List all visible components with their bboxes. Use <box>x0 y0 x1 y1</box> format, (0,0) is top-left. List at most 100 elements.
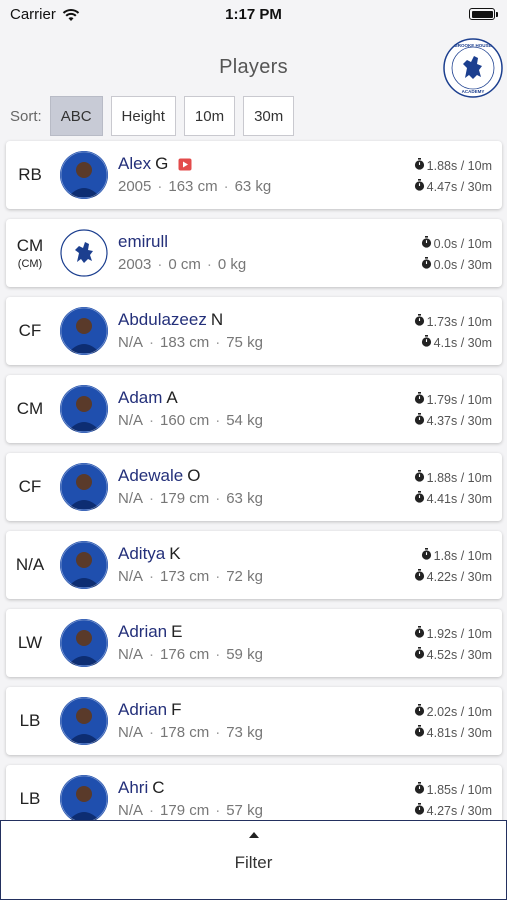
filter-button[interactable]: Filter <box>0 820 507 900</box>
stopwatch-icon <box>414 803 427 818</box>
stopwatch-icon <box>414 179 427 194</box>
stopwatch-icon <box>414 470 427 485</box>
sprint-times: 1.92s / 10m 4.52s / 30m <box>414 623 492 665</box>
time-30m: 4.52s / 30m <box>426 647 492 662</box>
player-last-name: K <box>169 544 181 563</box>
player-card[interactable]: CM (CM) emirull 2003 · 0 cm · 0 kg 0.0s / 10m 0.0… <box>6 219 502 287</box>
time-10m: 1.88s / 10m <box>426 470 492 485</box>
player-avatar <box>60 307 108 355</box>
player-first-name: Ahri <box>118 778 149 797</box>
player-first-name: Adrian <box>118 622 168 641</box>
player-avatar <box>60 151 108 199</box>
player-card[interactable]: CF Adewale O N/A · 179 cm · 63 kg 1.88s / 10m 4.4… <box>6 453 502 521</box>
stopwatch-icon <box>421 548 434 563</box>
player-name: emirull <box>118 232 172 252</box>
position-label: CF <box>18 321 42 340</box>
player-position: LW <box>6 609 54 677</box>
sprint-times: 1.8s / 10m 4.22s / 30m <box>414 545 492 587</box>
time-30m-row: 4.27s / 30m <box>414 800 492 821</box>
position-label: CF <box>18 477 42 496</box>
position-label: N/A <box>15 555 45 574</box>
player-year: N/A <box>118 412 144 429</box>
stopwatch-icon <box>414 647 427 662</box>
player-year: 2003 <box>118 256 152 273</box>
separator-dot: · <box>149 568 155 585</box>
player-height: 179 cm <box>160 802 210 819</box>
time-10m-row: 1.79s / 10m <box>414 389 492 410</box>
sprint-times: 1.79s / 10m 4.37s / 30m <box>414 389 492 431</box>
player-card[interactable]: LW Adrian E N/A · 176 cm · 59 kg 1.92s / 10m 4.52… <box>6 609 502 677</box>
time-10m: 1.73s / 10m <box>426 314 492 329</box>
player-name: Adam A <box>118 388 178 408</box>
player-details: N/A · 183 cm · 75 kg <box>118 334 263 351</box>
stopwatch-icon <box>414 626 427 641</box>
sprint-times: 2.02s / 10m 4.81s / 30m <box>414 701 492 743</box>
position-label: CM <box>16 236 44 255</box>
stopwatch-icon <box>421 335 434 350</box>
stopwatch-icon <box>414 704 427 719</box>
player-year: N/A <box>118 490 144 507</box>
player-height: 173 cm <box>160 568 210 585</box>
position-sub-label: (CM) <box>17 258 43 270</box>
status-bar: Carrier 1:17 PM <box>0 0 507 30</box>
separator-dot: · <box>215 490 221 507</box>
player-position: LB <box>6 687 54 755</box>
player-position: N/A <box>6 531 54 599</box>
player-position: RB <box>6 141 54 209</box>
sort-abc-button[interactable]: ABC <box>49 96 103 136</box>
time-10m: 1.88s / 10m <box>426 158 492 173</box>
time-30m: 4.81s / 30m <box>426 725 492 740</box>
player-weight: 63 kg <box>234 178 272 195</box>
player-year: 2005 <box>118 178 152 195</box>
player-details: 2005 · 163 cm · 63 kg <box>118 178 271 195</box>
separator-dot: · <box>149 646 155 663</box>
time-30m-row: 4.41s / 30m <box>414 488 492 509</box>
player-height: 179 cm <box>160 490 210 507</box>
separator-dot: · <box>149 802 155 819</box>
player-last-name: G <box>155 154 169 173</box>
time-10m-row: 1.8s / 10m <box>414 545 492 566</box>
player-first-name: Abdulazeez <box>118 310 207 329</box>
player-weight: 73 kg <box>226 724 263 741</box>
player-avatar <box>60 775 108 823</box>
time-30m: 4.22s / 30m <box>426 569 492 584</box>
filter-label: Filter <box>234 853 273 872</box>
stopwatch-icon <box>414 491 427 506</box>
stopwatch-icon <box>414 158 427 173</box>
player-card[interactable]: N/A Aditya K N/A · 173 cm · 72 kg 1.8s / 10m 4.22… <box>6 531 502 599</box>
player-card[interactable]: RB Alex G 2005 · 163 cm · 63 kg 1.88s / 10m 4.47s… <box>6 141 502 209</box>
time-10m-row: 1.92s / 10m <box>414 623 492 644</box>
player-card[interactable]: CF Abdulazeez N N/A · 183 cm · 75 kg 1.73s / 10m… <box>6 297 502 365</box>
player-name: Aditya K <box>118 544 181 564</box>
player-position: CF <box>6 297 54 365</box>
video-icon[interactable] <box>178 158 192 171</box>
time-10m: 0.0s / 10m <box>433 236 492 251</box>
time-10m: 1.8s / 10m <box>433 548 492 563</box>
status-time: 1:17 PM <box>225 6 282 23</box>
player-first-name: Adam <box>118 388 163 407</box>
time-10m-row: 1.85s / 10m <box>414 779 492 800</box>
stopwatch-icon <box>421 236 434 251</box>
sprint-times: 1.73s / 10m 4.1s / 30m <box>414 311 492 353</box>
player-height: 183 cm <box>160 334 210 351</box>
player-card[interactable]: CM Adam A N/A · 160 cm · 54 kg 1.79s / 10m 4.37s … <box>6 375 502 443</box>
player-details: N/A · 160 cm · 54 kg <box>118 412 263 429</box>
player-height: 0 cm <box>168 256 201 273</box>
player-card[interactable]: LB Adrian F N/A · 178 cm · 73 kg 2.02s / 10m 4.81… <box>6 687 502 755</box>
player-details: N/A · 173 cm · 72 kg <box>118 568 263 585</box>
separator-dot: · <box>157 178 163 195</box>
player-details: N/A · 178 cm · 73 kg <box>118 724 263 741</box>
position-label: CM <box>16 399 44 418</box>
chevron-up-icon <box>249 832 259 838</box>
separator-dot: · <box>149 412 155 429</box>
player-weight: 72 kg <box>226 568 263 585</box>
sort-30m-button[interactable]: 30m <box>243 96 295 136</box>
time-30m-row: 0.0s / 30m <box>421 254 492 275</box>
stopwatch-icon <box>414 725 427 740</box>
position-label: RB <box>18 165 42 184</box>
separator-dot: · <box>215 724 221 741</box>
player-avatar <box>60 463 108 511</box>
time-10m-row: 2.02s / 10m <box>414 701 492 722</box>
sort-10m-button[interactable]: 10m <box>183 96 236 136</box>
sort-height-button[interactable]: Height <box>110 96 176 136</box>
